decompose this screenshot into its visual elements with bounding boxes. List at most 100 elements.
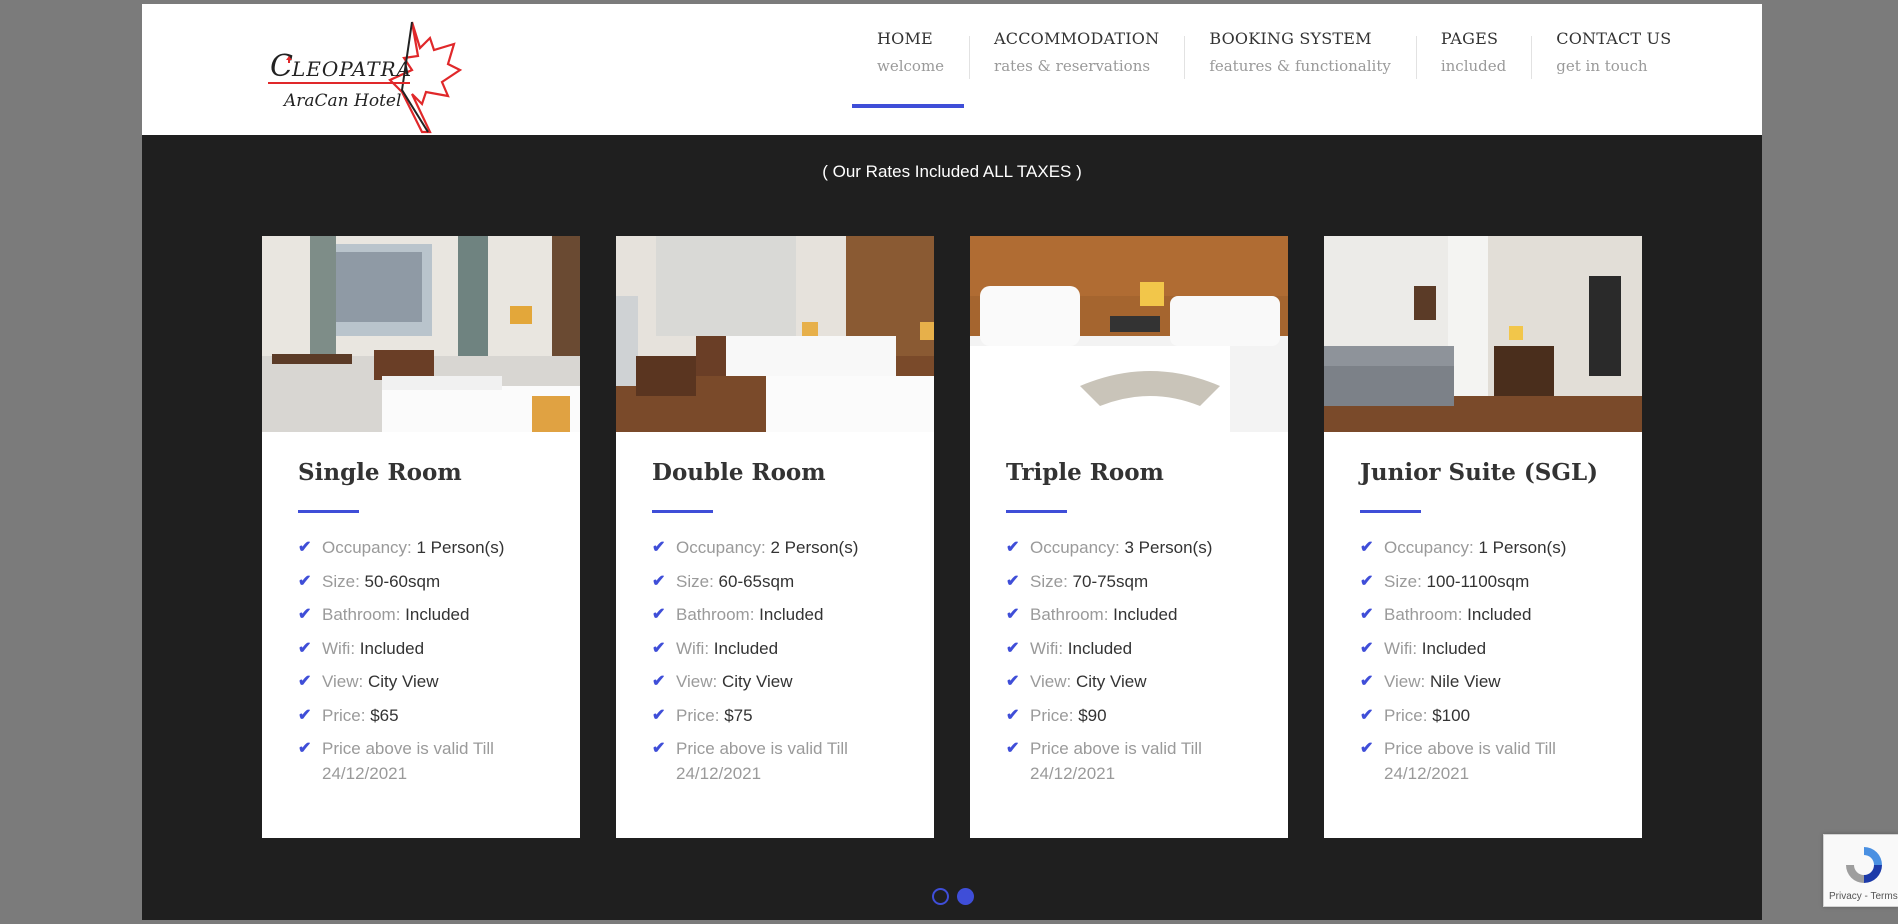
room-photo[interactable] — [616, 236, 934, 432]
feature-occupancy: ✔ Occupancy: 1 Person(s) — [1360, 535, 1606, 560]
main-nav: HOME welcome ACCOMMODATION rates & reser… — [852, 28, 1696, 83]
room-photo[interactable] — [1324, 236, 1642, 432]
feature-value: Included — [759, 605, 824, 624]
feature-validity: ✔ Price above is valid Till 24/12/2021 — [652, 736, 898, 786]
feature-value: 60-65sqm — [718, 571, 795, 591]
check-icon: ✔ — [1360, 572, 1374, 590]
recaptcha-badge[interactable]: Privacy - Terms — [1823, 834, 1898, 907]
feature-value: City View — [1076, 672, 1147, 691]
feature-label: Price: — [1030, 705, 1074, 725]
room-title: Triple Room — [1006, 459, 1164, 486]
feature-value: Included — [359, 638, 425, 658]
feature-value: City View — [722, 672, 793, 691]
feature-view: ✔ View: Nile View — [1360, 669, 1606, 694]
feature-label: View: — [676, 672, 718, 691]
hotel-logo[interactable]: C LEOPATRA AraCan Hotel — [262, 20, 482, 134]
check-icon: ✔ — [652, 639, 666, 657]
check-icon: ✔ — [298, 639, 312, 657]
feature-label: Price: — [676, 705, 720, 725]
feature-occupancy: ✔ Occupancy: 3 Person(s) — [1006, 535, 1252, 560]
room-card[interactable]: Double Room ✔ Occupancy: 2 Person(s) ✔ Siz… — [616, 236, 934, 838]
svg-text:LEOPATRA: LEOPATRA — [291, 57, 412, 81]
nav-subtitle: rates & reservations — [994, 57, 1151, 75]
room-card[interactable]: Triple Room ✔ Occupancy: 3 Person(s) ✔ Siz… — [970, 236, 1288, 838]
room-card[interactable]: Single Room ✔ Occupancy: 1 Person(s) ✔ Siz… — [262, 236, 580, 838]
feature-value: Nile View — [1430, 672, 1501, 691]
room-card-body: Single Room ✔ Occupancy: 1 Person(s) ✔ Siz… — [262, 432, 580, 786]
room-card-body: Triple Room ✔ Occupancy: 3 Person(s) ✔ Siz… — [970, 432, 1288, 786]
feature-validity: ✔ Price above is valid Till 24/12/2021 — [298, 736, 544, 786]
nav-subtitle: features & functionality — [1209, 57, 1391, 75]
feature-label: Size: — [676, 571, 714, 591]
validity-note: Price above is valid Till 24/12/2021 — [322, 739, 494, 783]
feature-view: ✔ View: City View — [1006, 669, 1252, 694]
check-icon: ✔ — [1006, 706, 1020, 724]
nav-item-accommodation[interactable]: ACCOMMODATION rates & reservations — [969, 28, 1184, 83]
feature-wifi: ✔ Wifi: Included — [1006, 636, 1252, 661]
nav-subtitle: get in touch — [1556, 57, 1648, 75]
feature-size: ✔ Size: 100-1100sqm — [1360, 569, 1606, 594]
room-card-body: Double Room ✔ Occupancy: 2 Person(s) ✔ Siz… — [616, 432, 934, 786]
check-icon: ✔ — [1360, 706, 1374, 724]
nav-item-home[interactable]: HOME welcome — [852, 28, 969, 83]
feature-label: View: — [1384, 672, 1426, 691]
check-icon: ✔ — [298, 606, 312, 623]
carousel-dot-1[interactable] — [932, 888, 949, 905]
check-icon: ✔ — [652, 539, 666, 556]
feature-wifi: ✔ Wifi: Included — [652, 636, 898, 661]
feature-value: 2 Person(s) — [770, 538, 859, 557]
room-features: ✔ Occupancy: 1 Person(s) ✔ Size: 100-1100s… — [1360, 535, 1606, 786]
nav-title: HOME — [877, 29, 933, 48]
room-card[interactable]: Junior Suite (SGL) ✔ Occupancy: 1 Person(… — [1324, 236, 1642, 838]
feature-value: 1 Person(s) — [1478, 538, 1567, 557]
nav-title: BOOKING SYSTEM — [1209, 29, 1372, 48]
feature-value: 3 Person(s) — [1124, 538, 1213, 557]
check-icon: ✔ — [298, 740, 312, 757]
feature-validity: ✔ Price above is valid Till 24/12/2021 — [1006, 736, 1252, 786]
nav-subtitle: included — [1440, 57, 1507, 75]
feature-label: Bathroom: — [676, 605, 755, 624]
check-icon: ✔ — [652, 673, 666, 690]
feature-value: $65 — [370, 705, 399, 725]
feature-view: ✔ View: City View — [652, 669, 898, 694]
nav-subtitle: welcome — [877, 57, 945, 75]
check-icon: ✔ — [652, 706, 666, 724]
check-icon: ✔ — [1006, 673, 1020, 690]
feature-value: Included — [1067, 638, 1133, 658]
nav-active-indicator — [852, 104, 964, 108]
feature-value: $100 — [1432, 705, 1471, 725]
feature-label: Price: — [322, 705, 366, 725]
check-icon: ✔ — [298, 539, 312, 556]
feature-label: Price: — [1384, 705, 1428, 725]
validity-note: Price above is valid Till 24/12/2021 — [1384, 739, 1556, 783]
check-icon: ✔ — [1006, 539, 1020, 556]
feature-label: View: — [322, 672, 364, 691]
feature-price: ✔ Price: $65 — [298, 703, 544, 728]
nav-item-pages[interactable]: PAGES included — [1415, 28, 1531, 83]
nav-item-booking-system[interactable]: BOOKING SYSTEM features & functionality — [1184, 28, 1416, 83]
nav-item-contact-us[interactable]: CONTACT US get in touch — [1531, 28, 1696, 83]
room-photo[interactable] — [262, 236, 580, 432]
title-divider — [652, 510, 713, 513]
feature-bathroom: ✔ Bathroom: Included — [1360, 602, 1606, 627]
feature-label: Occupancy: — [676, 538, 766, 557]
feature-occupancy: ✔ Occupancy: 1 Person(s) — [298, 535, 544, 560]
feature-validity: ✔ Price above is valid Till 24/12/2021 — [1360, 736, 1606, 786]
check-icon: ✔ — [298, 572, 312, 590]
recaptcha-icon — [1846, 847, 1882, 883]
room-features: ✔ Occupancy: 3 Person(s) ✔ Size: 70-75sqm … — [1006, 535, 1252, 786]
room-photo[interactable] — [970, 236, 1288, 432]
nav-title: CONTACT US — [1556, 29, 1672, 48]
feature-value: Included — [405, 605, 470, 624]
recaptcha-links[interactable]: Privacy - Terms — [1829, 891, 1898, 902]
carousel-dot-2[interactable] — [957, 888, 974, 905]
carousel-pagination — [932, 888, 974, 905]
feature-value: City View — [368, 672, 439, 691]
check-icon: ✔ — [652, 606, 666, 623]
room-cards: Single Room ✔ Occupancy: 1 Person(s) ✔ Siz… — [262, 236, 1642, 838]
check-icon: ✔ — [1360, 539, 1374, 556]
feature-label: Wifi: — [676, 638, 710, 658]
check-icon: ✔ — [1006, 606, 1020, 623]
feature-value: 100-1100sqm — [1426, 571, 1530, 591]
validity-note: Price above is valid Till 24/12/2021 — [676, 739, 848, 783]
